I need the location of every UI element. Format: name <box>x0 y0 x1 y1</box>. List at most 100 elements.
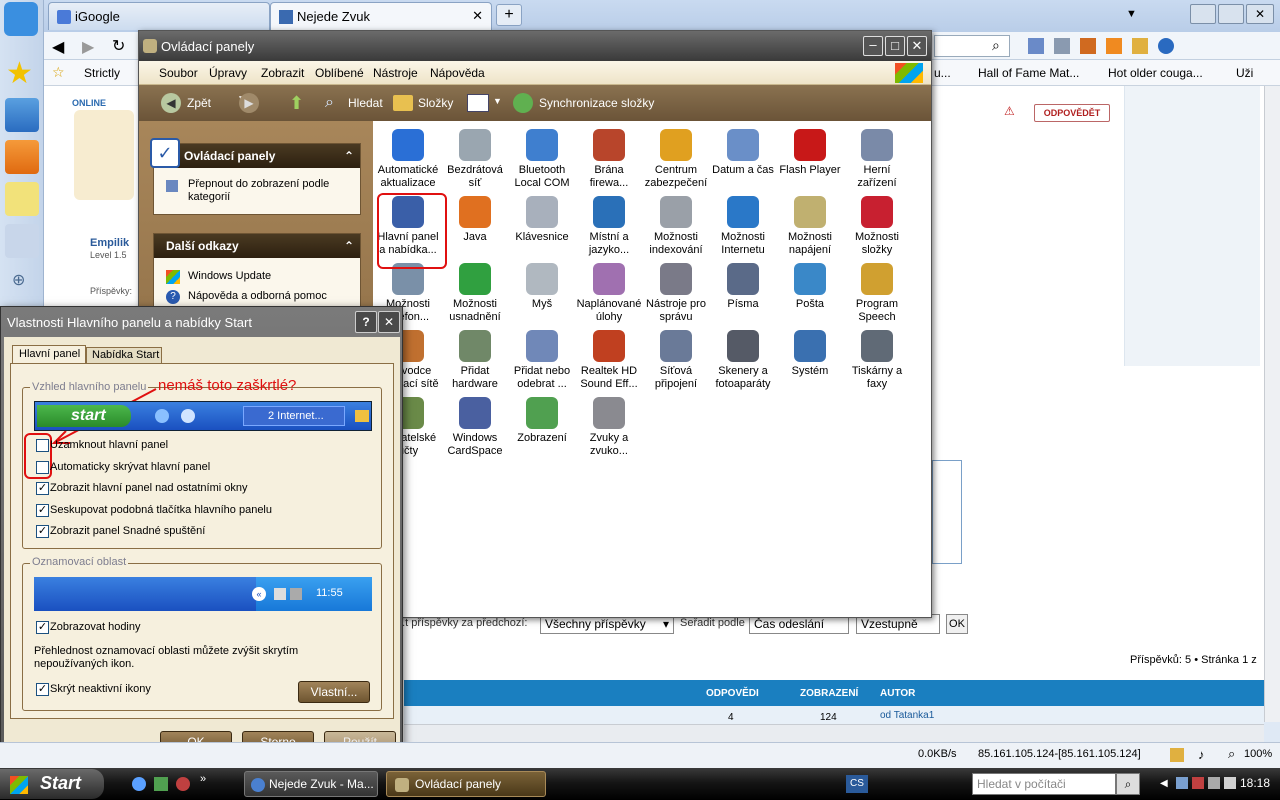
tab-nabidka-start[interactable]: Nabídka Start <box>86 347 162 363</box>
rss-icon[interactable] <box>5 140 39 174</box>
cp-icon-item[interactable]: Přidat nebo odebrat ... <box>509 326 575 392</box>
add-panel-icon[interactable]: ⊕ <box>12 270 25 290</box>
cp-icon-item[interactable]: Program Speech <box>844 259 910 325</box>
bookmark-uzi[interactable]: Uži <box>1236 66 1253 80</box>
tray-security-icon[interactable] <box>1192 777 1204 789</box>
quicklaunch-ie-icon[interactable] <box>132 777 146 791</box>
menu-napoveda[interactable]: Nápověda <box>430 66 485 80</box>
views-icon[interactable] <box>467 94 489 112</box>
tab-hlavni-panel[interactable]: Hlavní panel <box>12 345 86 363</box>
windows-update-link[interactable]: Windows Update <box>188 270 271 282</box>
cp-icon-item[interactable]: Možnosti napájení <box>777 192 843 258</box>
cp-icon-item[interactable]: Realtek HD Sound Eff... <box>576 326 642 392</box>
cp-icon-item[interactable]: Bluetooth Local COM <box>509 125 575 191</box>
quicklaunch-app-icon[interactable] <box>154 777 168 791</box>
addon-icon[interactable] <box>1158 38 1174 54</box>
menu-nastroje[interactable]: Nástroje <box>373 66 418 80</box>
tray-expand-icon[interactable]: ◀ <box>1160 778 1168 789</box>
menu-chevron-icon[interactable]: ▼ <box>1126 8 1137 20</box>
cp-icon-item[interactable]: Centrum zabezpečení <box>643 125 709 191</box>
reply-textarea[interactable] <box>932 460 962 564</box>
desktop-search-input[interactable]: Hledat v počítači <box>972 773 1116 795</box>
speaker-icon[interactable]: ♪ <box>1198 747 1205 762</box>
menu-soubor[interactable]: Soubor <box>159 66 198 80</box>
collapse-icon[interactable]: ⌃ <box>344 239 354 253</box>
cp-icon-item[interactable]: Herní zařízení <box>844 125 910 191</box>
zoom-icon[interactable]: ⌕ <box>1228 746 1235 762</box>
switch-category-view-link[interactable]: Přepnout do zobrazení podle kategorií <box>188 178 354 204</box>
customize-button[interactable]: Vlastní... <box>298 681 370 703</box>
cp-icon-item[interactable]: Možnosti usnadnění <box>442 259 508 325</box>
back-icon[interactable]: ◀ <box>52 37 64 57</box>
hide-inactive-checkbox[interactable]: ✓ <box>36 683 49 696</box>
back-arrow-icon[interactable]: ◀ <box>161 93 181 113</box>
folders-icon[interactable] <box>393 95 413 111</box>
bookmark-strictly[interactable]: Strictly <box>84 66 120 80</box>
notes-icon[interactable] <box>5 182 39 216</box>
bookmark-hot-older[interactable]: Hot older couga... <box>1108 66 1203 80</box>
cp-icon-item[interactable]: Myš <box>509 259 575 325</box>
cp-icon-item[interactable]: Zvuky a zvuko... <box>576 393 642 459</box>
show-clock-checkbox[interactable]: ✓ <box>36 621 49 634</box>
minimize-browser-button[interactable] <box>1190 4 1216 24</box>
task-panel-header[interactable]: Ovládací panely ⌃ <box>154 144 360 168</box>
cp-icon-item[interactable]: Automatické aktualizace <box>375 125 441 191</box>
rss-feed-icon[interactable] <box>1106 38 1122 54</box>
search-button-label[interactable]: Hledat <box>348 96 383 110</box>
up-folder-icon[interactable]: ⬆ <box>289 93 304 114</box>
zoom-level[interactable]: 100% <box>1244 748 1272 760</box>
search-icon[interactable]: ⌕ <box>992 37 1000 54</box>
cp-icon-item[interactable]: Datum a čas <box>710 125 776 191</box>
option-checkbox[interactable]: ✓ <box>36 503 49 517</box>
horizontal-scrollbar[interactable] <box>404 724 1264 742</box>
sync-icon[interactable] <box>513 93 533 113</box>
help-support-link[interactable]: Nápověda a odborná pomoc <box>188 290 327 302</box>
table-row[interactable]: 4 124 od Tatanka1 <box>404 706 1264 724</box>
taskbar-item-control-panel[interactable]: Ovládací panely <box>386 771 546 797</box>
task-panel-header[interactable]: Další odkazy ⌃ <box>154 234 360 258</box>
browser-logo-icon[interactable] <box>4 2 38 36</box>
cp-close-button[interactable]: ✕ <box>907 36 927 56</box>
cp-icon-item[interactable]: Písma <box>710 259 776 325</box>
collapse-icon[interactable]: ⌃ <box>344 149 354 163</box>
cp-icon-item[interactable]: Nástroje pro správu <box>643 259 709 325</box>
menu-oblibene[interactable]: Oblíbené <box>315 66 364 80</box>
bookmark-partial[interactable]: u... <box>934 66 951 80</box>
close-tab-icon[interactable]: ✕ <box>472 8 483 24</box>
desktop-search-icon[interactable]: ⌕ <box>1116 773 1140 795</box>
cp-icon-item[interactable]: Klávesnice <box>509 192 575 258</box>
cp-titlebar[interactable]: Ovládací panely – □ ✕ <box>139 31 931 61</box>
forward-arrow-icon[interactable]: ▶ <box>239 93 259 113</box>
cp-icon-item[interactable]: Místní a jazyko... <box>576 192 642 258</box>
cp-icon-item[interactable]: Síťová připojení <box>643 326 709 392</box>
start-button[interactable]: Start <box>0 769 104 799</box>
reply-button[interactable]: ODPOVĚDĚT <box>1034 104 1110 122</box>
user-name[interactable]: Empilik <box>90 237 129 249</box>
cp-icon-item[interactable]: Bezdrátová síť <box>442 125 508 191</box>
cloud-icon[interactable] <box>5 224 39 258</box>
cp-icon-item[interactable]: Tiskárny a faxy <box>844 326 910 392</box>
cp-icon-item[interactable]: Systém <box>777 326 843 392</box>
option-checkbox[interactable]: ✓ <box>36 525 49 538</box>
cp-icon-item[interactable]: Windows CardSpace <box>442 393 508 459</box>
cp-icon-item[interactable]: Naplánované úlohy <box>576 259 642 325</box>
option-checkbox[interactable] <box>36 460 49 474</box>
bookmark-hall-of-fame[interactable]: Hall of Fame Mat... <box>978 66 1079 80</box>
folders-button-label[interactable]: Složky <box>418 96 453 110</box>
tab-igoogle[interactable]: iGoogle <box>48 2 270 30</box>
new-tab-button[interactable]: + <box>496 4 522 26</box>
tab-nejede-zvuk[interactable]: Nejede Zvuk ✕ <box>270 2 492 30</box>
menu-upravy[interactable]: Úpravy <box>209 66 247 80</box>
reload-icon[interactable]: ↻ <box>112 36 125 56</box>
notes-tool-icon[interactable] <box>1132 38 1148 54</box>
restore-browser-button[interactable] <box>1218 4 1244 24</box>
dialog-help-button[interactable]: ? <box>355 311 377 333</box>
cp-icon-item[interactable]: Přidat hardware <box>442 326 508 392</box>
forward-icon[interactable]: ▶ <box>82 37 94 57</box>
warning-icon[interactable]: ⚠ <box>1004 104 1015 118</box>
tray-app-icon[interactable] <box>1224 777 1236 789</box>
back-button-label[interactable]: Zpět <box>187 96 211 110</box>
language-indicator[interactable]: CS <box>846 775 868 793</box>
edit-icon[interactable] <box>1028 38 1044 54</box>
menu-zobrazit[interactable]: Zobrazit <box>261 66 304 80</box>
